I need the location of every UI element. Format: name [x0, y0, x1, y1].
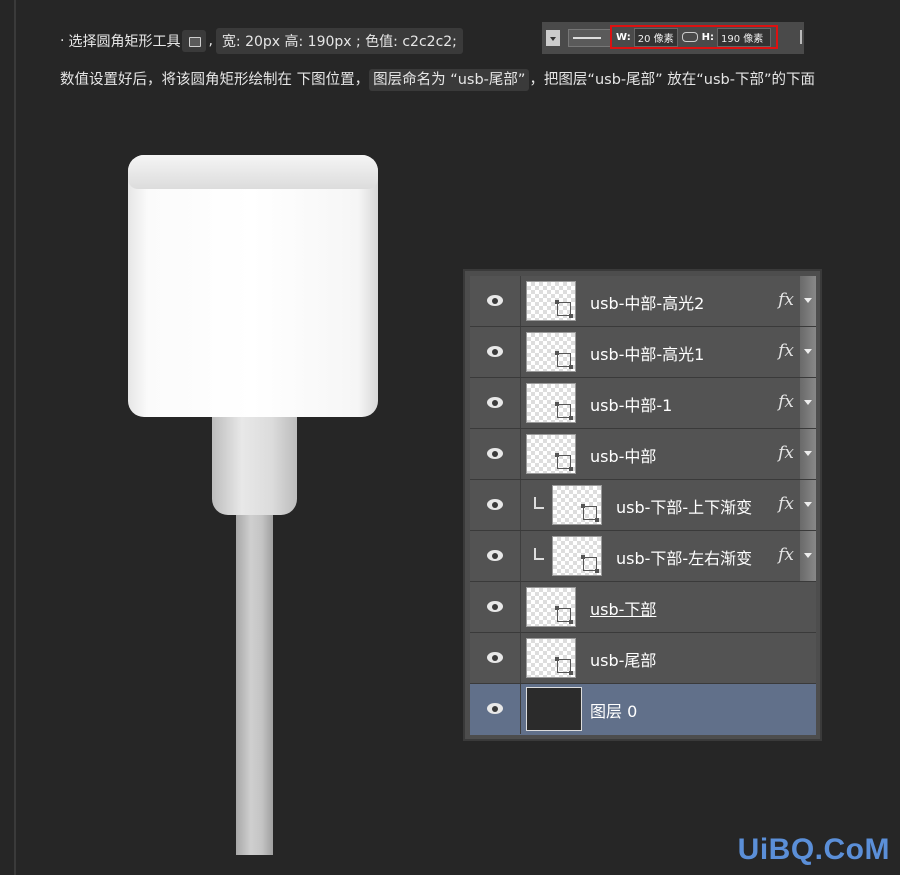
shape-layer-icon: [555, 402, 573, 420]
effects-expand-toggle[interactable]: [800, 531, 816, 581]
width-label: W:: [616, 31, 631, 43]
eye-icon: [487, 601, 503, 612]
clipping-mask-icon: [534, 548, 544, 560]
layer-thumbnail: [526, 434, 576, 474]
instruction-line-2: 数值设置好后，将该圆角矩形绘制在 下图位置， 图层命名为 “usb-尾部” ，把图层…: [60, 66, 890, 94]
layer-row[interactable]: usb-尾部: [470, 633, 816, 684]
visibility-toggle[interactable]: [470, 378, 521, 428]
fx-icon[interactable]: fx: [778, 341, 794, 361]
effects-expand-toggle[interactable]: [800, 276, 816, 326]
layer-thumbnail: [526, 332, 576, 372]
eye-icon: [487, 499, 503, 510]
instruction-prefix: 选择圆角矩形工具: [68, 34, 181, 50]
options-divider: [800, 30, 802, 44]
effects-expand-toggle[interactable]: [800, 327, 816, 377]
fx-icon[interactable]: fx: [778, 392, 794, 412]
effects-expand-toggle[interactable]: [800, 480, 816, 530]
watermark: UiBQ.CoM: [737, 833, 890, 866]
layer-row[interactable]: usb-下部-左右渐变 fx: [470, 531, 816, 582]
layer-row[interactable]: usb-下部: [470, 582, 816, 633]
instruction-text-1: 数值设置好后，将该圆角矩形绘制在 下图位置，: [60, 72, 370, 88]
comma: ,: [208, 33, 213, 49]
layer-thumbnail: [526, 638, 576, 678]
clipping-mask-icon: [534, 497, 544, 509]
fx-icon[interactable]: fx: [778, 290, 794, 310]
spec-chip: 宽: 20px 高: 190px ; 色值: c2c2c2;: [215, 28, 463, 54]
shape-options-bar: W: 20 像素 H: 190 像素: [542, 22, 804, 54]
layer-name-chip: 图层命名为 “usb-尾部”: [369, 69, 530, 91]
usb-head: [128, 155, 378, 417]
layer-name[interactable]: usb-尾部: [590, 647, 656, 671]
eye-icon: [487, 397, 503, 408]
link-icon[interactable]: [681, 32, 698, 42]
shape-layer-icon: [581, 555, 599, 573]
fx-icon[interactable]: fx: [778, 545, 794, 565]
eye-icon: [487, 652, 503, 663]
layer-row[interactable]: usb-中部 fx: [470, 429, 816, 480]
layer-row[interactable]: usb-中部-高光1 fx: [470, 327, 816, 378]
effects-expand-toggle[interactable]: [800, 378, 816, 428]
shape-layer-icon: [581, 504, 599, 522]
effects-expand-toggle[interactable]: [800, 429, 816, 479]
left-divider: [14, 0, 16, 875]
instruction-line-1: · 选择圆角矩形工具 , 宽: 20px 高: 190px ; 色值: c2c2…: [60, 26, 466, 56]
visibility-toggle[interactable]: [470, 327, 521, 377]
eye-icon: [487, 550, 503, 561]
layer-name[interactable]: usb-下部-上下渐变: [616, 494, 752, 518]
layer-row-selected[interactable]: 图层 0: [470, 684, 816, 735]
layer-thumbnail: [526, 587, 576, 627]
layer-row[interactable]: usb-中部-1 fx: [470, 378, 816, 429]
layer-name[interactable]: usb-下部-左右渐变: [616, 545, 752, 569]
instruction-text-2: ，把图层“usb-尾部” 放在“usb-下部”的下面: [529, 72, 815, 88]
layer-name[interactable]: usb-中部: [590, 443, 656, 467]
fx-icon[interactable]: fx: [778, 494, 794, 514]
bullet: ·: [60, 33, 65, 49]
visibility-toggle[interactable]: [470, 684, 521, 734]
usb-head-top: [128, 155, 378, 189]
visibility-toggle[interactable]: [470, 276, 521, 326]
layer-row[interactable]: usb-下部-上下渐变 fx: [470, 480, 816, 531]
rounded-rectangle-tool-icon: [182, 30, 207, 52]
visibility-toggle[interactable]: [470, 531, 521, 581]
visibility-toggle[interactable]: [470, 633, 521, 683]
eye-icon: [487, 703, 503, 714]
layer-row[interactable]: usb-中部-高光2 fx: [470, 276, 816, 327]
layer-name[interactable]: 图层 0: [590, 698, 637, 722]
shape-layer-icon: [555, 351, 573, 369]
height-field[interactable]: 190 像素: [717, 27, 772, 47]
shape-layer-icon: [555, 300, 573, 318]
eye-icon: [487, 295, 503, 306]
fx-icon[interactable]: fx: [778, 443, 794, 463]
height-label: H:: [701, 31, 715, 43]
layer-name[interactable]: usb-中部-1: [590, 392, 672, 416]
width-field[interactable]: 20 像素: [633, 27, 678, 47]
eye-icon: [487, 448, 503, 459]
layer-thumbnail: [526, 383, 576, 423]
shape-layer-icon: [555, 657, 573, 675]
layer-thumbnail: [526, 281, 576, 321]
shape-layer-icon: [555, 453, 573, 471]
layer-thumbnail: [552, 536, 602, 576]
usb-cable: [236, 515, 273, 855]
layers-panel: usb-中部-高光2 fx usb-中部-高光1 fx usb-中部-1 fx …: [463, 269, 822, 741]
visibility-toggle[interactable]: [470, 429, 521, 479]
shape-layer-icon: [555, 606, 573, 624]
layer-thumbnail: [552, 485, 602, 525]
eye-icon: [487, 346, 503, 357]
usb-neck: [212, 417, 297, 515]
layer-thumbnail: [526, 687, 582, 731]
visibility-toggle[interactable]: [470, 582, 521, 632]
layer-name[interactable]: usb-中部-高光2: [590, 290, 704, 314]
visibility-toggle[interactable]: [470, 480, 521, 530]
stroke-style-picker[interactable]: [568, 29, 612, 47]
dropdown-arrow-icon[interactable]: [546, 30, 560, 46]
size-highlight-box: W: 20 像素 H: 190 像素: [610, 25, 778, 49]
layer-name[interactable]: usb-中部-高光1: [590, 341, 704, 365]
layer-name[interactable]: usb-下部: [590, 596, 656, 620]
